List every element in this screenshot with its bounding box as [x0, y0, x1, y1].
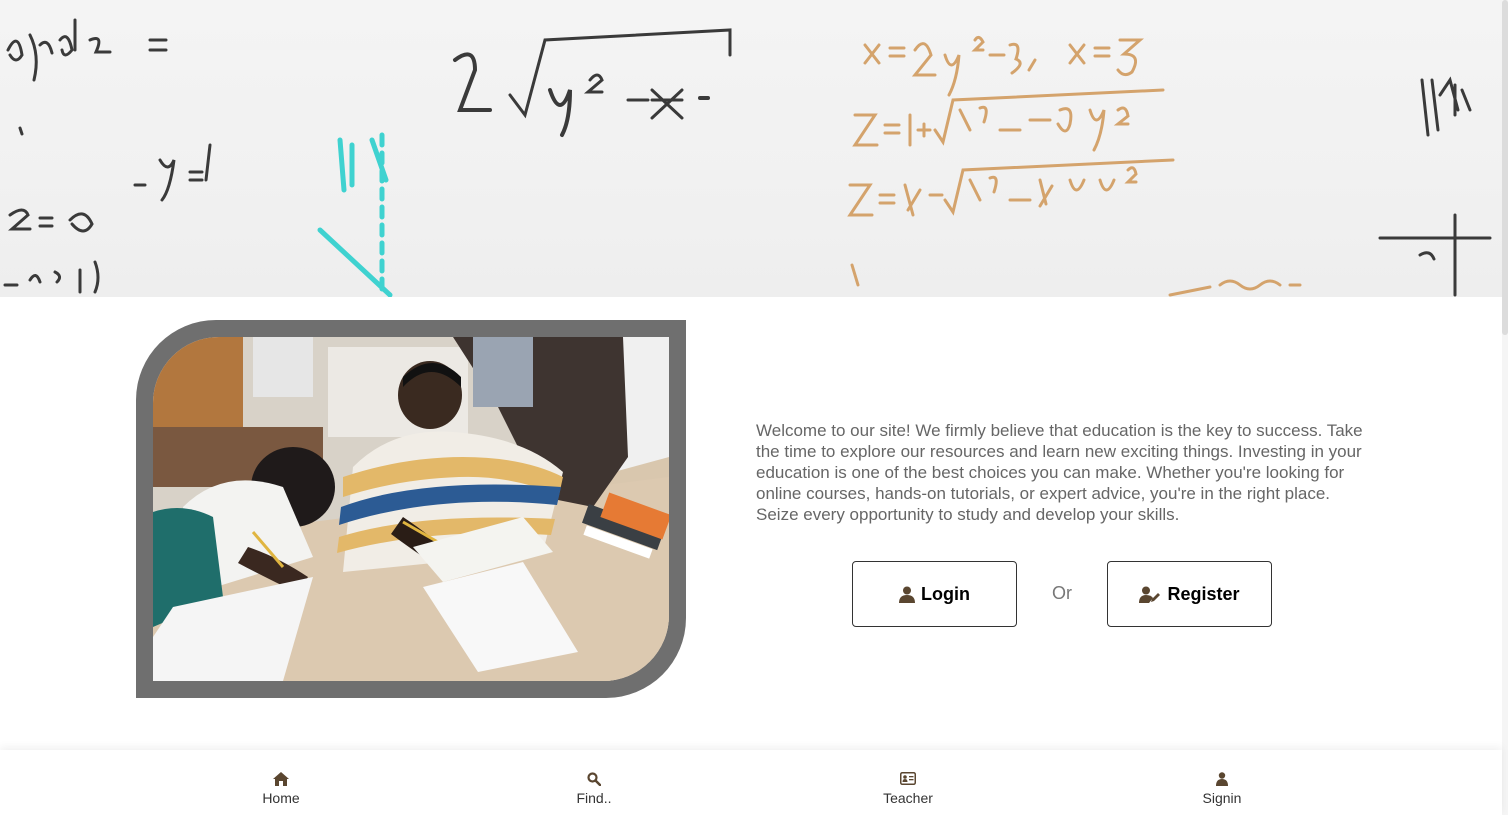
bottom-navigation: Home Find.. Teacher Signin: [0, 750, 1502, 815]
id-card-icon: [900, 772, 916, 785]
hero-banner-image: [0, 0, 1502, 297]
nav-item-teacher[interactable]: Teacher: [848, 772, 968, 806]
scrollbar-thumb[interactable]: [1502, 0, 1508, 335]
search-icon: [587, 772, 601, 786]
user-edit-icon: [1139, 586, 1161, 603]
nav-item-signin[interactable]: Signin: [1162, 772, 1282, 806]
nav-item-home-label: Home: [262, 790, 300, 806]
nav-item-home[interactable]: Home: [221, 772, 341, 806]
login-button[interactable]: Login: [852, 561, 1017, 627]
register-button-label: Register: [1167, 583, 1240, 604]
home-icon: [273, 772, 289, 786]
nav-item-signin-label: Signin: [1202, 790, 1242, 806]
register-button[interactable]: Register: [1107, 561, 1272, 627]
photo-frame: [136, 320, 686, 698]
user-icon: [1216, 772, 1228, 786]
login-button-label: Login: [921, 583, 970, 604]
or-separator: Or: [1052, 583, 1072, 603]
user-icon: [899, 586, 915, 603]
nav-item-teacher-label: Teacher: [883, 790, 933, 806]
students-studying-photo: [153, 337, 669, 681]
nav-item-find[interactable]: Find..: [534, 772, 654, 806]
nav-item-find-label: Find..: [576, 790, 612, 806]
welcome-text: Welcome to our site! We firmly believe t…: [756, 421, 1363, 524]
